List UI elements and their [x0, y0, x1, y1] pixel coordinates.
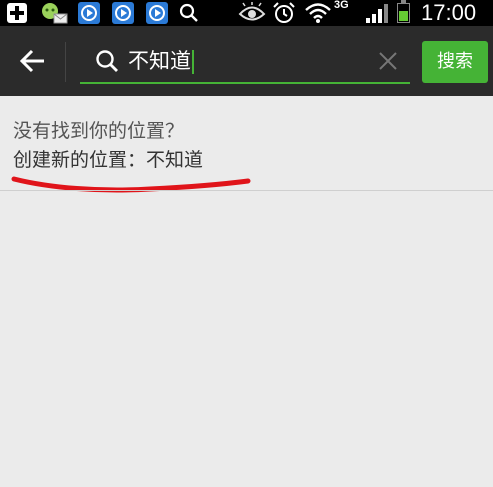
search-query[interactable]: 不知道	[128, 48, 194, 74]
create-location-item[interactable]: 创建新的位置：不知道	[13, 147, 203, 173]
alarm-icon	[273, 2, 295, 23]
plus-icon	[7, 3, 27, 23]
wifi-icon	[305, 3, 331, 23]
back-arrow-icon[interactable]	[8, 40, 54, 82]
search-icon	[96, 50, 118, 72]
not-found-message: 没有找到你的位置？	[13, 120, 185, 142]
clear-icon[interactable]	[375, 48, 401, 74]
status-bar: 3G 17:00	[0, 0, 493, 26]
network-type: 3G	[334, 0, 349, 11]
app-icon	[78, 2, 100, 24]
search-input[interactable]: 不知道	[80, 38, 410, 84]
chat-icon	[42, 3, 68, 24]
battery-icon	[397, 0, 410, 23]
signal-icon	[366, 4, 388, 23]
text-cursor	[192, 50, 194, 74]
eye-icon	[238, 2, 266, 21]
list-divider	[0, 190, 493, 191]
results-area: 没有找到你的位置？ 创建新的位置：不知道	[0, 96, 493, 487]
red-underline-annotation	[11, 176, 251, 193]
search-button[interactable]: 搜索	[422, 41, 488, 83]
search-toolbar: 不知道 搜索	[0, 26, 493, 96]
clock: 17:00	[421, 0, 477, 25]
app-icon	[112, 2, 134, 24]
toolbar-divider	[65, 42, 66, 82]
app-icon	[146, 2, 168, 24]
search-icon	[179, 3, 198, 22]
